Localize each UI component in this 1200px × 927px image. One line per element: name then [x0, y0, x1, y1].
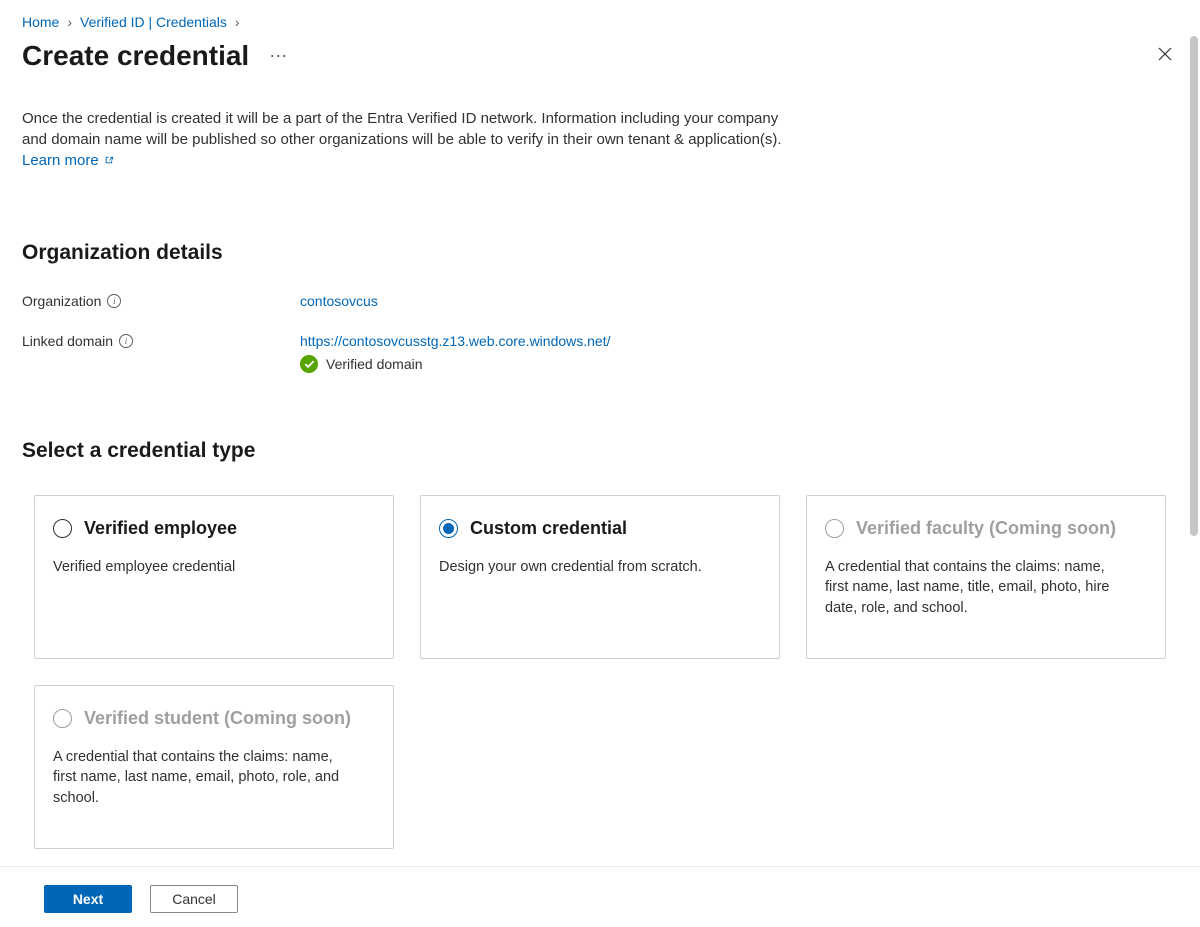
chevron-right-icon: ›	[67, 14, 72, 30]
card-description: Design your own credential from scratch.	[439, 557, 739, 577]
org-details-heading: Organization details	[22, 241, 1178, 265]
page-title: Create credential	[22, 40, 249, 72]
external-link-icon	[103, 155, 114, 166]
card-title: Verified student (Coming soon)	[84, 708, 351, 729]
breadcrumb: Home › Verified ID | Credentials ›	[22, 14, 1178, 30]
info-icon[interactable]: i	[107, 294, 121, 308]
card-description: A credential that contains the claims: n…	[53, 747, 353, 808]
card-description: Verified employee credential	[53, 557, 353, 577]
close-icon	[1158, 47, 1172, 61]
radio-custom-credential[interactable]	[439, 519, 458, 538]
intro-text: Once the credential is created it will b…	[22, 110, 782, 148]
intro-paragraph: Once the credential is created it will b…	[22, 108, 792, 171]
card-title: Verified faculty (Coming soon)	[856, 518, 1116, 539]
scrollbar-track[interactable]	[1190, 36, 1198, 837]
info-icon[interactable]: i	[119, 334, 133, 348]
scrollbar-thumb[interactable]	[1190, 36, 1198, 536]
breadcrumb-verified-id[interactable]: Verified ID | Credentials	[80, 14, 227, 30]
select-credential-type-heading: Select a credential type	[22, 439, 1178, 463]
organization-link[interactable]: contosovcus	[300, 293, 378, 309]
verified-domain-text: Verified domain	[326, 356, 423, 372]
radio-verified-employee[interactable]	[53, 519, 72, 538]
card-verified-student: Verified student (Coming soon) A credent…	[34, 685, 394, 849]
card-title: Custom credential	[470, 518, 627, 539]
organization-label: Organization	[22, 293, 101, 309]
chevron-right-icon: ›	[235, 14, 240, 30]
close-button[interactable]	[1152, 41, 1178, 71]
card-verified-faculty: Verified faculty (Coming soon) A credent…	[806, 495, 1166, 659]
learn-more-label: Learn more	[22, 150, 99, 171]
learn-more-link[interactable]: Learn more	[22, 150, 114, 171]
card-verified-employee[interactable]: Verified employee Verified employee cred…	[34, 495, 394, 659]
radio-verified-student	[53, 709, 72, 728]
breadcrumb-home[interactable]: Home	[22, 14, 59, 30]
footer-bar: Next Cancel	[0, 866, 1200, 927]
cancel-button[interactable]: Cancel	[150, 885, 238, 913]
linked-domain-label: Linked domain	[22, 333, 113, 349]
verified-check-icon	[300, 355, 318, 373]
card-custom-credential[interactable]: Custom credential Design your own creden…	[420, 495, 780, 659]
next-button[interactable]: Next	[44, 885, 132, 913]
radio-verified-faculty	[825, 519, 844, 538]
more-options-button[interactable]: ⋯	[263, 43, 294, 69]
linked-domain-link[interactable]: https://contosovcusstg.z13.web.core.wind…	[300, 333, 611, 349]
card-description: A credential that contains the claims: n…	[825, 557, 1125, 618]
card-title: Verified employee	[84, 518, 237, 539]
